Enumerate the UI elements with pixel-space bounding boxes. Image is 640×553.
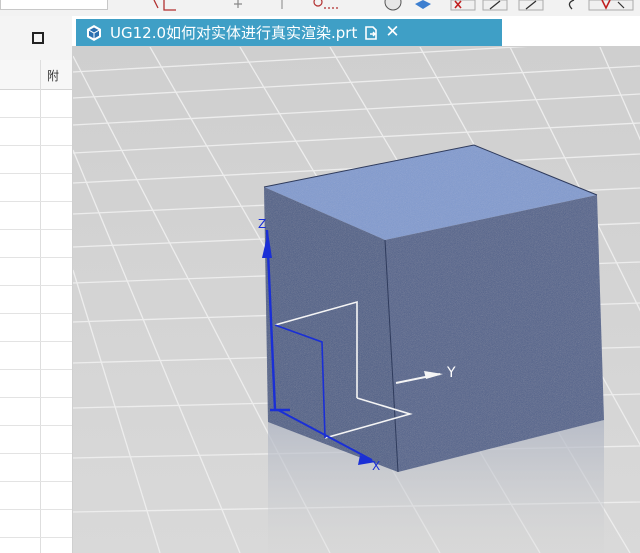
tab-title: UG12.0如何对实体进行真实渲染.prt (110, 24, 358, 42)
measure-icon[interactable] (588, 0, 634, 12)
table-row[interactable] (0, 453, 72, 454)
table-row[interactable] (0, 229, 72, 230)
table-row[interactable] (0, 173, 72, 174)
cube-solid[interactable] (264, 145, 604, 472)
graphics-viewport[interactable]: Z Y X (73, 47, 640, 553)
edge-blend-icon[interactable] (482, 0, 508, 12)
navigator-title-bar (0, 16, 72, 61)
sketch-icon[interactable] (150, 0, 180, 12)
table-row[interactable] (0, 257, 72, 258)
graphics-canvas[interactable]: Z Y X (73, 47, 640, 553)
part-navigator-panel: 附 (0, 16, 73, 553)
top-toolbar (0, 0, 640, 17)
column-divider (40, 60, 41, 553)
column-label: 附 (47, 69, 60, 83)
table-row[interactable] (0, 369, 72, 370)
point-icon[interactable] (228, 0, 248, 12)
table-row[interactable] (0, 145, 72, 146)
navigator-column-header[interactable]: 附 (0, 60, 72, 90)
table-row[interactable] (0, 509, 72, 510)
block-icon[interactable] (412, 0, 434, 12)
y-axis-label: Y (446, 365, 456, 381)
chamfer-icon[interactable] (518, 0, 544, 12)
maximize-icon[interactable] (32, 32, 44, 44)
part-file-icon (87, 24, 101, 41)
table-row[interactable] (0, 201, 72, 202)
tab-part-file[interactable]: UG12.0如何对实体进行真实渲染.prt ✕ (76, 19, 502, 46)
document-tab-strip: UG12.0如何对实体进行真实渲染.prt ✕ (72, 16, 640, 47)
table-row[interactable] (0, 425, 72, 426)
table-row[interactable] (0, 481, 72, 482)
close-icon[interactable]: ✕ (385, 24, 399, 41)
datum-icon[interactable] (272, 0, 292, 12)
table-row[interactable] (0, 537, 72, 538)
arc-icon[interactable] (560, 0, 580, 12)
coordinate-system-icon[interactable] (310, 0, 340, 12)
toolbar-input[interactable] (0, 0, 108, 10)
pin-document-icon[interactable] (365, 25, 378, 40)
table-row[interactable] (0, 117, 72, 118)
table-row[interactable] (0, 313, 72, 314)
table-row[interactable] (0, 285, 72, 286)
render-icon[interactable] (450, 0, 476, 12)
z-axis-label: Z (258, 217, 266, 231)
x-axis-label: X (372, 459, 380, 473)
table-row[interactable] (0, 341, 72, 342)
sphere-icon[interactable] (382, 0, 404, 12)
table-row[interactable] (0, 397, 72, 398)
